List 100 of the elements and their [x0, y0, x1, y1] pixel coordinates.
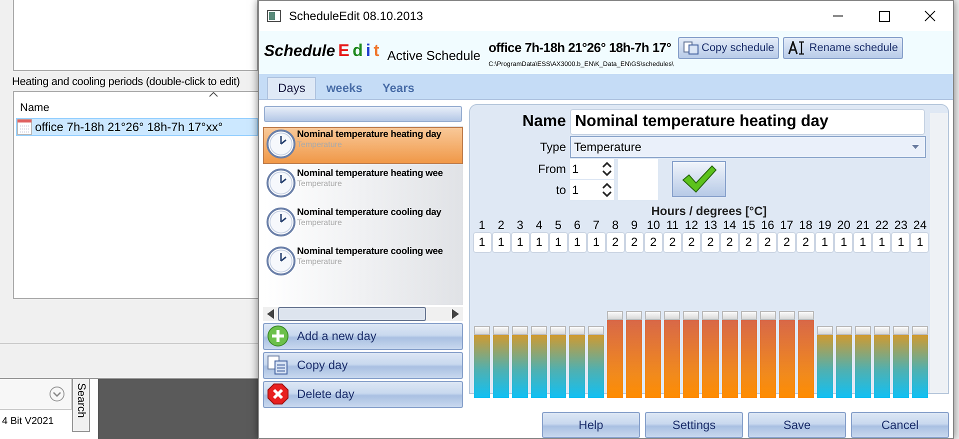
hour-value: 1	[568, 232, 587, 253]
hour-label: 15	[742, 218, 756, 232]
calendar-icon	[17, 119, 32, 135]
delete-day-button[interactable]: Delete day	[263, 380, 463, 408]
day-item[interactable]: Nominal temperature heating day Temperature	[263, 126, 463, 164]
to-spinner[interactable]: 1	[570, 180, 614, 200]
dropdown-field[interactable]	[0, 379, 72, 410]
logo-letter: E	[338, 41, 350, 62]
apply-button[interactable]	[672, 161, 726, 198]
hour-value: 2	[624, 232, 644, 253]
day-item[interactable]: Nominal temperature cooling day Temperature	[263, 204, 463, 242]
hour-label: 6	[574, 218, 581, 232]
slider-handle[interactable]	[607, 311, 624, 320]
slider-handle[interactable]	[683, 311, 700, 320]
tab[interactable]: weeks	[316, 76, 372, 99]
hour-value: 2	[606, 232, 625, 253]
column-header[interactable]: Name	[20, 102, 50, 114]
from-label: From	[537, 160, 566, 178]
footer-button[interactable]: Help	[542, 412, 640, 438]
hour-value: 1	[472, 232, 492, 253]
spin-arrows-icon	[602, 182, 612, 198]
add-day-button[interactable]: Add a new day	[263, 322, 463, 350]
slider-handle[interactable]	[874, 326, 890, 335]
day-type: Temperature	[297, 140, 343, 149]
slider-handle[interactable]	[645, 311, 662, 320]
version-text: 4 Bit V2021	[1, 415, 55, 427]
tab[interactable]: Days	[267, 76, 316, 99]
hour-label: 3	[516, 218, 524, 232]
hour-value: 2	[796, 232, 816, 253]
vertical-scrollbar[interactable]	[930, 112, 948, 393]
slider-handle[interactable]	[912, 326, 928, 335]
hour-value: 2	[701, 232, 720, 253]
name-field[interactable]: Nominal temperature heating day	[570, 108, 925, 135]
logo-letter: t	[374, 41, 380, 62]
slider-handle[interactable]	[550, 326, 566, 335]
hour-label: 20	[837, 218, 850, 232]
hour-value: 1	[530, 232, 549, 253]
from-spinner[interactable]: 1	[570, 158, 614, 179]
slider-handle[interactable]	[760, 311, 776, 320]
footer-button[interactable]: Save	[748, 412, 846, 438]
day-type: Temperature	[297, 178, 343, 188]
hour-label: 5	[554, 218, 562, 232]
hour-value: 1	[853, 232, 872, 253]
day-type: Temperature	[297, 218, 343, 227]
clock-icon	[266, 128, 296, 159]
slider-handle[interactable]	[588, 326, 604, 335]
list-row[interactable]: office 7h-18h 21°26° 18h-7h 17°xx°	[16, 118, 258, 136]
rename-schedule-button[interactable]: Rename schedule	[783, 37, 903, 60]
clock-icon	[266, 246, 296, 276]
slider-handle[interactable]	[493, 326, 510, 335]
slider-handle[interactable]	[626, 311, 642, 320]
delete-icon	[267, 383, 289, 406]
day-item[interactable]: Nominal temperature cooling wee Temperature	[263, 244, 463, 281]
slider-handle[interactable]	[798, 311, 814, 320]
hour-label: 23	[894, 218, 908, 232]
copy-icon	[267, 355, 289, 376]
slider-handle[interactable]	[531, 326, 548, 335]
slider-handle[interactable]	[664, 311, 680, 320]
slider-handle[interactable]	[702, 311, 719, 320]
day-name: Nominal temperature heating day	[297, 128, 442, 140]
hour-value: 1	[815, 232, 834, 253]
hour-value: 1	[492, 232, 511, 253]
slider-handle[interactable]	[569, 326, 586, 335]
scroll-right-icon[interactable]	[452, 308, 459, 319]
tab[interactable]: Years	[372, 76, 424, 99]
day-name: Nominal temperature cooling wee	[297, 246, 443, 257]
slider-handle[interactable]	[512, 326, 528, 335]
slider-handle[interactable]	[740, 311, 757, 320]
hour-label: 7	[592, 218, 600, 232]
hour-label: 18	[799, 218, 812, 232]
hour-label: 10	[646, 218, 660, 232]
slider-handle[interactable]	[816, 326, 833, 335]
hour-value: 2	[720, 232, 740, 253]
hour-value: 2	[644, 232, 663, 253]
footer-button[interactable]: Settings	[645, 412, 743, 438]
day-item[interactable]: Nominal temperature heating wee Temperature	[263, 166, 463, 203]
copy-schedule-button[interactable]: Copy schedule	[678, 37, 780, 60]
clock-icon	[266, 206, 296, 237]
hour-label: 8	[612, 218, 619, 232]
day-type: Temperature	[297, 256, 343, 266]
slider-handle[interactable]	[854, 326, 871, 335]
hour-value: 2	[662, 232, 682, 253]
app-icon	[267, 10, 281, 22]
type-dropdown[interactable]: Temperature	[570, 136, 926, 158]
scroll-thumb[interactable]	[278, 306, 426, 321]
copy-day-button[interactable]: Copy day	[263, 352, 463, 379]
slider-handle[interactable]	[778, 311, 795, 320]
slider-handle[interactable]	[722, 311, 738, 320]
active-schedule-label: Active Schedule	[386, 47, 481, 64]
side-tab[interactable]: Search	[72, 379, 90, 432]
footer-button[interactable]: Cancel	[851, 412, 949, 438]
slider-handle[interactable]	[474, 326, 490, 335]
hour-value: 1	[510, 232, 530, 253]
preview-box	[618, 158, 658, 200]
slider-handle[interactable]	[892, 326, 909, 335]
slider-handle[interactable]	[836, 326, 852, 335]
hour-label: 4	[536, 218, 542, 232]
chevron-down-icon	[49, 386, 65, 402]
scroll-left-icon[interactable]	[267, 308, 274, 319]
day-name: Nominal temperature heating wee	[297, 168, 443, 179]
